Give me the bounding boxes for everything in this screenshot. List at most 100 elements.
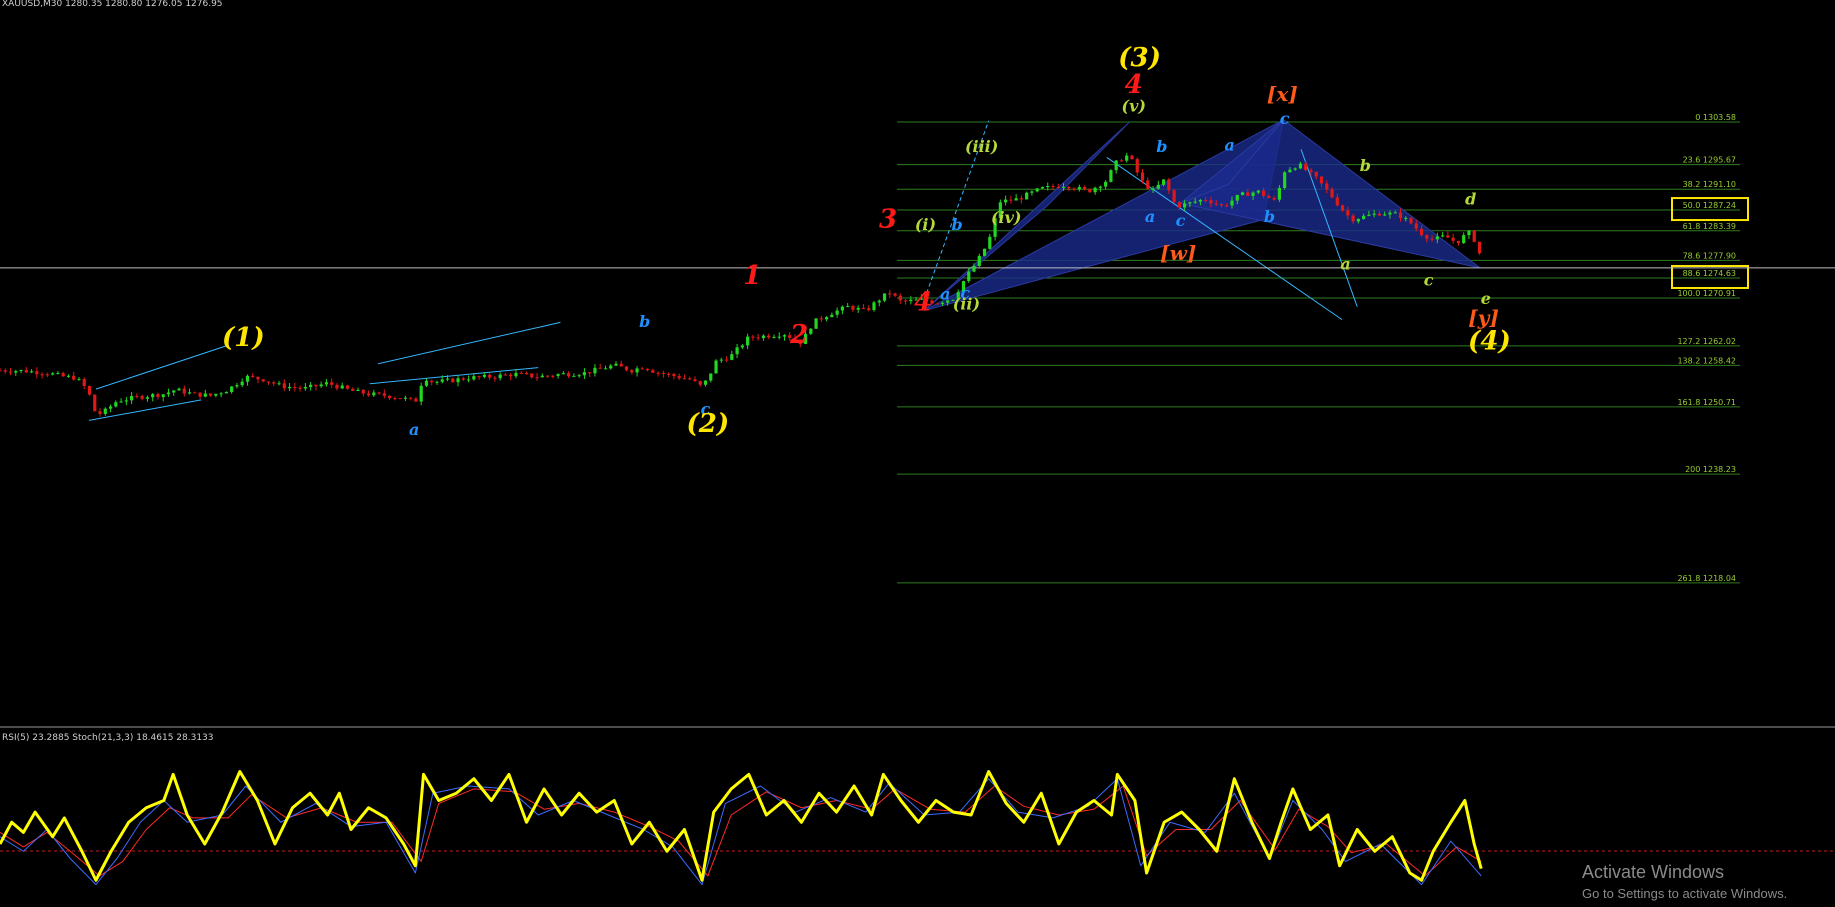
candle-body [1088,189,1092,193]
candle-body [635,368,639,373]
candle-body [624,366,629,371]
candle-body [1409,217,1413,224]
candle-body [535,377,539,379]
candle-body [519,372,523,374]
wave-label: 4 [1125,70,1143,100]
fib-label: 50.0 1287.24 [1683,201,1736,210]
candle-body [1214,203,1218,205]
candle-body [61,373,65,377]
candle-body [493,377,497,379]
candle-body [1093,187,1097,193]
candle-body [182,388,186,394]
candle-body [656,372,660,374]
candle-body [3,370,7,372]
candle-body [119,401,123,403]
wave-label: b [639,312,650,331]
wave-label: b [1264,207,1275,226]
candle-body [98,411,102,414]
candle-body [1330,189,1334,198]
candle-body [240,381,244,386]
candle-body [603,368,608,370]
candle-body [861,307,866,309]
candle-body [1451,237,1455,241]
candle-body [1204,199,1208,201]
candle-body [1288,169,1292,173]
fib-label: 138.2 1258.42 [1677,356,1736,365]
candle-body [230,386,234,393]
candle-body [482,374,486,377]
candle-body [577,375,581,377]
candle-body [1367,214,1371,216]
candle-body [972,266,976,272]
candle-body [1135,159,1139,173]
wave-label: (v) [1122,97,1146,116]
candle-body [1398,212,1403,219]
candle-body [1109,170,1113,182]
candle-body [382,393,386,396]
candle-body [398,398,402,400]
candle-body [498,374,502,379]
candle-body [651,370,655,373]
candle-body [1172,190,1176,203]
candle-body [266,381,271,383]
candle-body [1340,205,1345,211]
wave-label: 3 [879,204,897,234]
candle-body [1235,194,1239,201]
candle-body [1335,197,1339,206]
candle-body [809,328,813,334]
wave-label: (iii) [965,137,998,156]
candle-body [156,394,160,398]
candle-body [466,379,471,381]
candle-body [1388,212,1392,215]
candle-body [593,367,597,374]
candle-body [35,371,39,375]
candle-body [1183,203,1187,208]
candle-body [1130,155,1134,160]
candle-body [8,371,13,373]
candle-body [403,397,408,399]
candle-body [830,314,834,318]
wave-label: 4 [914,287,932,317]
candle-body [1351,215,1355,222]
wave-label: (ii) [953,294,980,313]
candle-body [87,385,92,395]
candle-body [1209,200,1213,204]
candle-body [1119,160,1124,162]
candle-body [503,374,508,376]
candle-body [277,383,281,385]
fib-label: 0 1303.58 [1695,113,1736,122]
candle-body [814,318,818,329]
candle-body [377,392,381,394]
candle-body [672,373,676,377]
candle-body [1193,201,1197,203]
candle-body [1293,168,1297,170]
candle-body [335,384,339,389]
candle-body [588,372,592,374]
candle-body [1219,204,1224,206]
candle-body [1277,187,1281,200]
candle-body [1125,155,1129,161]
candle-body [693,379,697,382]
candle-body [1035,188,1039,192]
candle-body [1156,184,1160,189]
candle-body [619,363,623,367]
wave-label: b [951,215,962,234]
candle-body [935,303,939,305]
candle-body [56,373,60,375]
candle-body [419,385,423,402]
candle-body [477,376,481,378]
candle-body [219,393,223,395]
chart-background [0,0,1835,907]
candle-body [988,236,992,249]
candle-body [314,384,318,387]
candle-body [640,368,644,370]
candle-body [324,382,329,385]
wave-label: b [1360,156,1371,175]
candle-body [767,335,771,338]
candle-body [445,378,450,380]
candle-body [45,374,49,376]
candle-body [1456,240,1461,244]
candle-body [430,380,434,383]
candle-body [751,336,755,338]
price-chart[interactable]: 0 1303.58 23.6 1295.67 38.2 1291.10 50.0 12… [0,0,1835,907]
